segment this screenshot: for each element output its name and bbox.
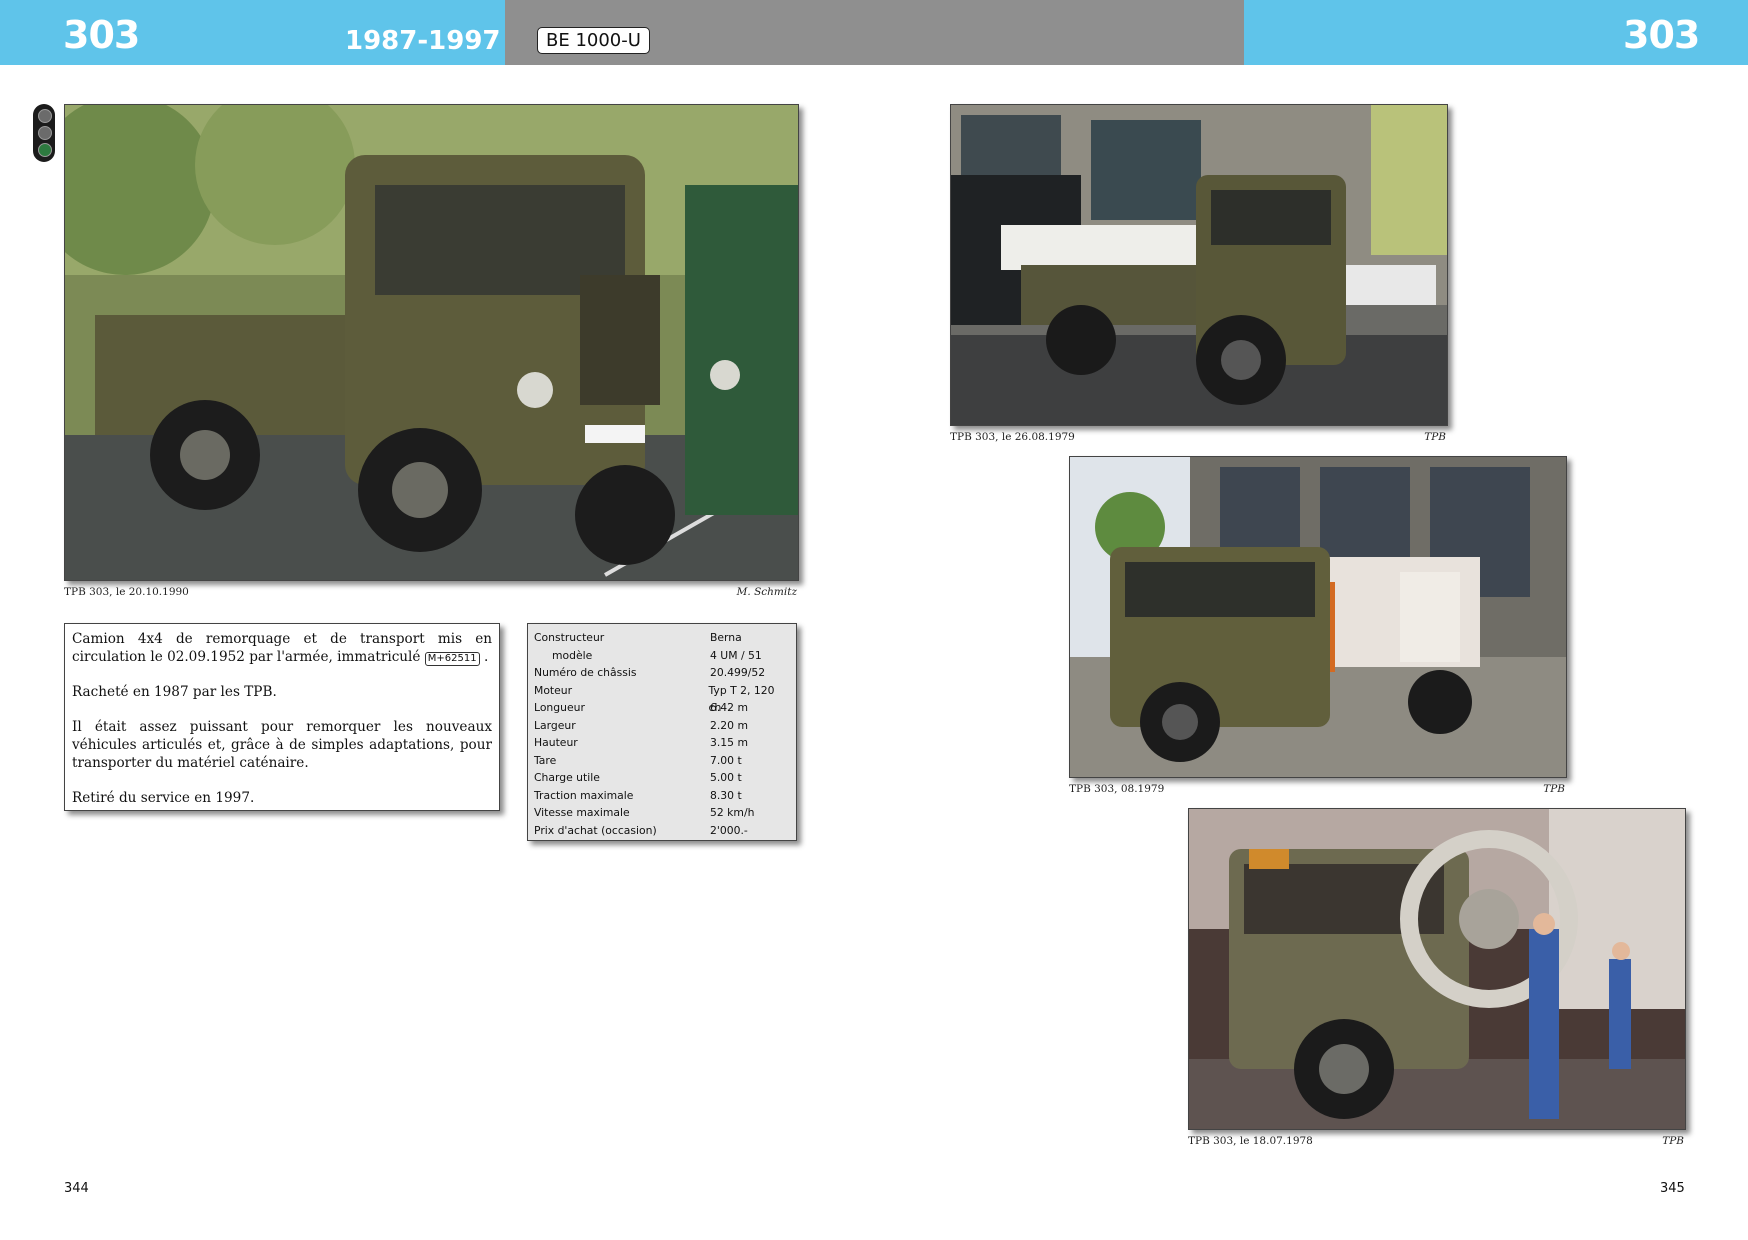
license-plate-badge: BE 1000-U (537, 27, 650, 54)
traffic-signal-icon (33, 104, 55, 162)
spec-label: Constructeur (534, 631, 605, 644)
photo-depot-1979 (950, 104, 1448, 426)
spec-value: 8.30 t (710, 788, 742, 802)
spec-row: Constructeur Berna (534, 629, 790, 647)
description-text: . (483, 649, 489, 665)
spec-row: modèle 4 UM / 51 (534, 647, 790, 665)
spec-row: Largeur 2.20 m (534, 717, 790, 735)
vehicle-number-right: 303 (1623, 13, 1700, 57)
description-paragraph: Il était assez puissant pour remorquer l… (72, 719, 492, 771)
spec-label: Numéro de châssis (534, 666, 637, 679)
spec-label: Traction maximale (534, 788, 634, 802)
service-years: 1987-1997 (345, 26, 501, 56)
spec-value: 52 km/h (710, 806, 755, 819)
photo-main-truck (64, 104, 799, 581)
spec-label: Prix d'achat (occasion) (534, 823, 657, 837)
photo-caption: TPB 303, le 26.08.1979 (950, 431, 1075, 443)
spec-label: Tare (534, 753, 557, 767)
spec-value: 20.499/52 (710, 666, 766, 679)
description-paragraph: Racheté en 1987 par les TPB. (72, 684, 277, 700)
spec-label: Largeur (534, 718, 576, 732)
military-plate-badge: M+62511 (424, 652, 480, 666)
spec-label: Vitesse maximale (534, 806, 630, 819)
spec-row: Tare 7.00 t (534, 752, 790, 770)
spec-value: 2'000.- (710, 823, 748, 837)
spec-value: 5.00 t (710, 771, 742, 784)
spec-value: Typ T 2, 120 ch (708, 683, 775, 715)
spec-value: 6.42 m (710, 701, 748, 714)
photo-credit: M. Schmitz (736, 586, 797, 598)
spec-value: 2.20 m (710, 718, 748, 732)
spec-row: Longueur 6.42 m (534, 699, 790, 717)
spec-row: Moteur Typ T 2, 120 ch (534, 682, 790, 715)
description-paragraph: Camion 4x4 de remorquage et de transport… (72, 630, 492, 666)
spec-value: 4 UM / 51 (710, 648, 762, 662)
photo-credit: TPB (1662, 1135, 1684, 1147)
spec-label: Moteur (534, 683, 573, 697)
page-number-right: 345 (1660, 1181, 1685, 1196)
photo-cable-truck-1979 (1069, 456, 1567, 778)
description-box: Camion 4x4 de remorquage et de transport… (64, 623, 500, 811)
spec-row: Prix d'achat (occasion) 2'000.- (534, 822, 790, 840)
spec-row: Traction maximale 8.30 t (534, 787, 790, 805)
photo-credit: TPB (1543, 783, 1565, 795)
spec-label: Longueur (534, 701, 585, 714)
photo-loading-1978 (1188, 808, 1686, 1130)
spec-label: modèle (552, 648, 593, 662)
photo-caption: TPB 303, 08.1979 (1069, 783, 1165, 795)
spec-value: Berna (710, 631, 742, 644)
description-paragraph: Retiré du service en 1997. (72, 790, 255, 806)
spec-row: Charge utile 5.00 t (534, 769, 790, 787)
photo-caption: TPB 303, le 18.07.1978 (1188, 1135, 1313, 1147)
spec-label: Charge utile (534, 771, 600, 784)
spec-row: Hauteur 3.15 m (534, 734, 790, 752)
photo-caption: TPB 303, le 20.10.1990 (64, 586, 189, 598)
spec-label: Hauteur (534, 736, 578, 749)
specifications-table: Constructeur Berna modèle 4 UM / 51 Numéro… (527, 623, 797, 841)
page-number-left: 344 (64, 1181, 89, 1196)
spec-row: Numéro de châssis 20.499/52 (534, 664, 790, 682)
spec-row: Vitesse maximale 52 km/h (534, 804, 790, 822)
spec-value: 7.00 t (710, 753, 742, 767)
vehicle-number-left: 303 (63, 13, 140, 57)
spec-value: 3.15 m (710, 736, 748, 749)
photo-credit: TPB (1424, 431, 1446, 443)
